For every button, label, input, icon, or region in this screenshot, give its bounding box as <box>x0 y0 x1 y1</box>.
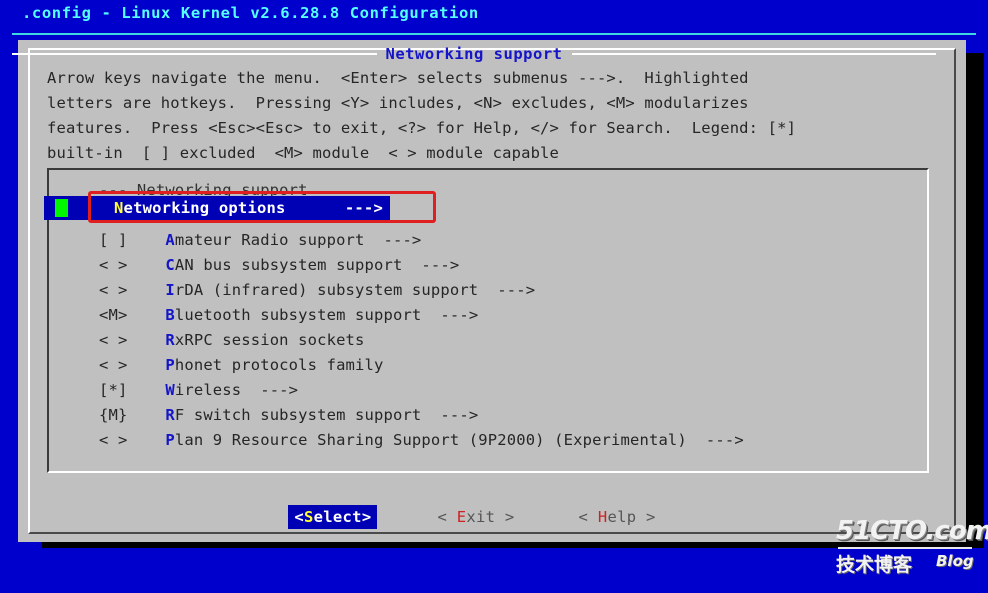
button-bracket-right: > <box>636 508 656 526</box>
terminal-screen: .config - Linux Kernel v2.6.28.8 Configu… <box>0 0 988 593</box>
menu-item[interactable]: < > Plan 9 Resource Sharing Support (9P2… <box>99 428 919 453</box>
hotkey-letter: E <box>456 508 467 526</box>
watermark-chinese-text: 技术博客 <box>836 554 913 576</box>
hotkey-letter: W <box>165 381 175 399</box>
menu-item-spacer <box>127 356 165 374</box>
hotkey-letter: C <box>165 256 175 274</box>
hotkey-letter: P <box>165 356 175 374</box>
dialog-button-bar: <Select> < Exit > < Help > <box>12 500 936 534</box>
button-bracket-left: < <box>294 508 305 526</box>
submenu-arrow-icon: ---> <box>344 199 383 217</box>
hotkey-letter: I <box>165 281 175 299</box>
exit-button[interactable]: < Exit > <box>433 506 518 528</box>
menu-item-label: luetooth subsystem support <box>174 306 422 324</box>
button-bracket-left: < <box>437 508 457 526</box>
help-text: Arrow keys navigate the menu. <Enter> se… <box>47 69 797 162</box>
menu-item-marker: [*] <box>99 381 128 399</box>
menu-item-spacer <box>127 381 165 399</box>
menu-item-label: honet protocols family <box>174 356 384 374</box>
dialog-title-rule-left <box>12 53 377 55</box>
menu-item-spacer <box>127 431 165 449</box>
dialog-title: Networking support <box>385 45 563 63</box>
menu-item-label: F switch subsystem support <box>174 406 422 424</box>
hotkey-letter: H <box>597 508 608 526</box>
menu-item-spacer <box>127 281 165 299</box>
menu-item[interactable]: < > Phonet protocols family <box>99 353 919 378</box>
menu-item-marker: {M} <box>99 406 128 424</box>
menu-item-marker: < > <box>99 431 128 449</box>
menu-item[interactable]: [*] Wireless ---> <box>99 378 919 403</box>
hotkey-letter: N <box>114 199 124 217</box>
hotkey-letter: R <box>165 406 175 424</box>
menu-item-label-rest: etworking options <box>123 199 286 217</box>
menu-item-networking-options[interactable]: Networking options ---> <box>44 196 390 220</box>
submenu-arrow-icon: ---> <box>478 281 536 299</box>
hotkey-letter: P <box>165 431 175 449</box>
menu-item-marker: < > <box>99 331 128 349</box>
hotkey-letter: A <box>165 231 175 249</box>
menu-item-marker: < > <box>99 356 128 374</box>
submenu-arrow-icon: ---> <box>364 231 422 249</box>
submenu-arrow-icon: ---> <box>402 256 460 274</box>
submenu-arrow-icon: ---> <box>241 381 299 399</box>
menu-item-label: mateur Radio support <box>174 231 365 249</box>
button-label: elp <box>607 508 637 526</box>
menu-item[interactable]: <M> Bluetooth subsystem support ---> <box>99 303 919 328</box>
menu-item-marker: < > <box>99 256 128 274</box>
menu-item[interactable]: {M} RF switch subsystem support ---> <box>99 403 919 428</box>
submenu-arrow-icon: ---> <box>421 306 479 324</box>
menu-item[interactable]: [ ] Amateur Radio support ---> <box>99 228 919 253</box>
dialog-title-rule-right <box>571 53 937 55</box>
select-button[interactable]: <Select> <box>288 505 378 529</box>
menu-item-marker: [ ] <box>99 231 128 249</box>
menu-item[interactable]: < > CAN bus subsystem support ---> <box>99 253 919 278</box>
menu-item-marker: <M> <box>99 306 128 324</box>
title-divider <box>12 33 976 35</box>
hotkey-letter: B <box>165 306 175 324</box>
menu-item[interactable]: < > IrDA (infrared) subsystem support --… <box>99 278 919 303</box>
hotkey-letter: R <box>165 331 175 349</box>
help-button[interactable]: < Help > <box>575 506 660 528</box>
button-bracket-right: > <box>361 508 372 526</box>
menu-item-label: Networking options <box>114 196 286 220</box>
button-bracket-left: < <box>578 508 598 526</box>
watermark-blog-label: Blog <box>936 552 974 570</box>
menu-item-label: AN bus subsystem support <box>174 256 403 274</box>
menu-item-label: lan 9 Resource Sharing Support (9P2000) … <box>174 431 687 449</box>
cursor-block-icon <box>55 199 68 217</box>
submenu-arrow-icon: ---> <box>421 406 479 424</box>
submenu-arrow-icon: ---> <box>686 431 744 449</box>
hotkey-letter: S <box>304 508 314 526</box>
menu-item-spacer <box>127 406 165 424</box>
dialog-title-bar: Networking support <box>12 43 937 65</box>
menu-item-label: rDA (infrared) subsystem support <box>174 281 479 299</box>
menu-item-spacer <box>127 306 165 324</box>
menu-item[interactable]: < > RxRPC session sockets <box>99 328 919 353</box>
app-title: .config - Linux Kernel v2.6.28.8 Configu… <box>22 4 479 22</box>
menu-item-marker: < > <box>99 281 128 299</box>
menu-item-spacer <box>127 256 165 274</box>
button-bracket-right: > <box>495 508 515 526</box>
menu-item-label: ireless <box>174 381 242 399</box>
menu-item-spacer <box>127 231 165 249</box>
menu-item-spacer <box>127 331 165 349</box>
button-label: elect <box>313 508 362 526</box>
menu-item-label: xRPC session sockets <box>174 331 365 349</box>
button-label: xit <box>466 508 496 526</box>
